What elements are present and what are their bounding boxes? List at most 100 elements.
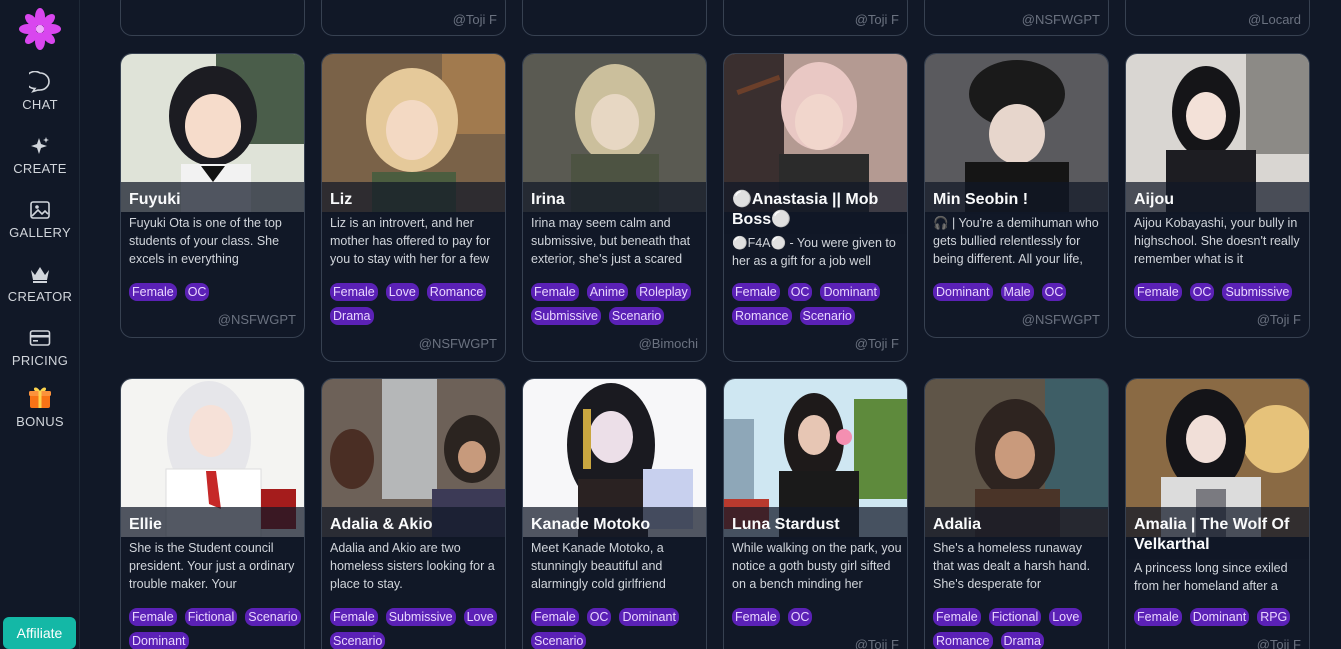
tag[interactable]: Fictional <box>184 608 238 626</box>
card-author[interactable]: @NSFWGPT <box>1022 12 1100 27</box>
character-card-partial[interactable] <box>120 0 305 36</box>
tag[interactable]: OC <box>1189 283 1215 301</box>
affiliate-button[interactable]: Affiliate <box>3 617 76 649</box>
character-card-ellie[interactable]: Ellie She is the Student council preside… <box>120 378 305 649</box>
tag[interactable]: Submissive <box>531 307 601 325</box>
card-author[interactable]: @NSFWGPT <box>1022 312 1100 327</box>
tag[interactable]: Anime <box>586 283 629 301</box>
card-description: Aijou Kobayashi, your bully in highschoo… <box>1134 216 1300 266</box>
image-icon <box>30 201 50 219</box>
tag[interactable]: Female <box>732 283 780 301</box>
card-description: Adalia and Akio are two homeless sisters… <box>330 541 495 591</box>
tag[interactable]: Female <box>330 608 378 626</box>
card-tags: Female OC Dominant Romance Scenario <box>732 283 904 325</box>
character-card-partial[interactable]: @Locard <box>1125 0 1310 36</box>
tag[interactable]: Drama <box>330 307 374 325</box>
card-description: She's a homeless runaway that was dealt … <box>933 541 1091 591</box>
character-card-liz[interactable]: Liz Liz is an introvert, and her mother … <box>321 53 506 362</box>
tag[interactable]: Female <box>531 608 579 626</box>
character-card-irina[interactable]: Irina Irina may seem calm and submissive… <box>522 53 707 362</box>
nav-create[interactable]: CREATE <box>0 135 80 176</box>
card-author[interactable]: @Toji F <box>453 12 497 27</box>
tag[interactable]: Dominant <box>820 283 880 301</box>
card-author[interactable]: @Bimochi <box>639 336 698 351</box>
card-description: A princess long since exiled from her ho… <box>1134 561 1288 593</box>
nav-bonus[interactable]: BONUS <box>0 384 80 429</box>
character-card-min-seobin[interactable]: Min Seobin ! 🎧 | You're a demihuman who … <box>924 53 1109 338</box>
nav-chat[interactable]: CHAT <box>0 71 80 112</box>
character-card-fuyuki[interactable]: Fuyuki Fuyuki Ota is one of the top stud… <box>120 53 305 338</box>
card-tags: Female Anime Roleplay Submissive Scenari… <box>531 283 703 325</box>
tag[interactable]: Romance <box>732 307 792 325</box>
tag[interactable]: Female <box>1134 608 1182 626</box>
tag[interactable]: OC <box>1041 283 1067 301</box>
card-tags: Female Fictional Scenario Dominant <box>129 608 301 649</box>
tag[interactable]: Roleplay <box>636 283 691 301</box>
tag[interactable]: Female <box>330 283 378 301</box>
character-card-amalia[interactable]: Amalia | The Wolf Of Velkarthal A prince… <box>1125 378 1310 649</box>
tag[interactable]: Female <box>933 608 981 626</box>
card-author[interactable]: @Toji F <box>855 637 899 649</box>
card-tags: Female OC <box>129 283 301 301</box>
tag[interactable]: Romance <box>933 632 993 649</box>
tag[interactable]: Drama <box>1000 632 1045 649</box>
tag[interactable]: Dominant <box>129 632 189 649</box>
tag[interactable]: Scenario <box>330 632 386 649</box>
card-name: Luna Stardust <box>724 507 907 539</box>
tag[interactable]: Scenario <box>245 608 301 626</box>
character-card-adalia[interactable]: Adalia She's a homeless runaway that was… <box>924 378 1109 649</box>
tag[interactable]: OC <box>184 283 210 301</box>
tag[interactable]: Love <box>463 608 497 626</box>
tag[interactable]: Dominant <box>619 608 679 626</box>
tag[interactable]: Dominant <box>1189 608 1250 626</box>
tag[interactable]: OC <box>787 283 813 301</box>
character-card-aijou[interactable]: Aijou Aijou Kobayashi, your bully in hig… <box>1125 53 1310 338</box>
tag[interactable]: RPG <box>1257 608 1291 626</box>
tag[interactable]: Female <box>531 283 579 301</box>
tag[interactable]: Fictional <box>988 608 1042 626</box>
tag[interactable]: Female <box>129 608 177 626</box>
tag[interactable]: Male <box>1000 283 1034 301</box>
character-card-partial[interactable]: @NSFWGPT <box>924 0 1109 36</box>
card-author[interactable]: @NSFWGPT <box>218 312 296 327</box>
card-author[interactable]: @Toji F <box>1257 637 1301 649</box>
card-name: Ellie <box>121 507 304 539</box>
card-author[interactable]: @NSFWGPT <box>419 336 497 351</box>
nav-creator[interactable]: CREATOR <box>0 263 80 304</box>
tag[interactable]: Romance <box>426 283 487 301</box>
card-author[interactable]: @Locard <box>1248 12 1301 27</box>
tag[interactable]: OC <box>787 608 813 626</box>
character-card-partial[interactable] <box>522 0 707 36</box>
card-name: Min Seobin ! <box>925 182 1108 214</box>
tag[interactable]: Female <box>129 283 177 301</box>
tag[interactable]: Submissive <box>385 608 456 626</box>
nav-create-label: CREATE <box>13 161 67 176</box>
card-name: Aijou <box>1126 182 1309 214</box>
tag[interactable]: Love <box>385 283 419 301</box>
tag[interactable]: Dominant <box>933 283 993 301</box>
character-card-partial[interactable]: @Toji F <box>723 0 908 36</box>
character-card-kanade-motoko[interactable]: Kanade Motoko Meet Kanade Motoko, a stun… <box>522 378 707 649</box>
character-card-adalia-akio[interactable]: Adalia & Akio Adalia and Akio are two ho… <box>321 378 506 649</box>
character-card-partial[interactable]: @Toji F <box>321 0 506 36</box>
character-card-anastasia[interactable]: ⚪Anastasia || Mob Boss⚪ ⚪F4A⚪ - You were… <box>723 53 908 362</box>
card-author[interactable]: @Toji F <box>855 336 899 351</box>
tag[interactable]: Female <box>1134 283 1182 301</box>
tag[interactable]: Female <box>732 608 780 626</box>
chat-icon <box>29 71 50 93</box>
character-card-luna-stardust[interactable]: Luna Stardust While walking on the park,… <box>723 378 908 649</box>
tag[interactable]: Scenario <box>531 632 587 649</box>
card-author[interactable]: @Toji F <box>1257 312 1301 327</box>
tag[interactable]: OC <box>586 608 612 626</box>
card-description: Meet Kanade Motoko, a stunningly beautif… <box>531 541 666 591</box>
tag[interactable]: Scenario <box>799 307 855 325</box>
nav-pricing[interactable]: PRICING <box>0 327 80 368</box>
logo-icon[interactable] <box>18 7 62 51</box>
card-tags: Female OC Submissive <box>1134 283 1306 301</box>
card-author[interactable]: @Toji F <box>855 12 899 27</box>
tag[interactable]: Love <box>1049 608 1083 626</box>
card-description: Irina may seem calm and submissive, but … <box>531 216 691 266</box>
tag[interactable]: Submissive <box>1222 283 1293 301</box>
tag[interactable]: Scenario <box>608 307 665 325</box>
nav-gallery[interactable]: GALLERY <box>0 199 80 240</box>
